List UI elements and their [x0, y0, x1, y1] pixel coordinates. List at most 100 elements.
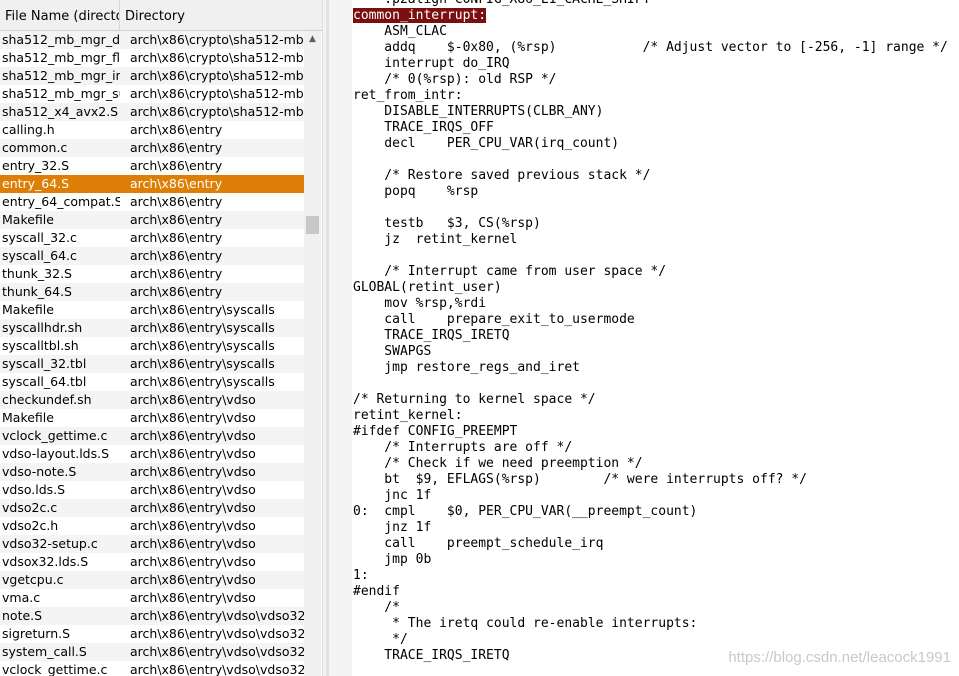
code-line: SWAPGS — [353, 344, 432, 359]
file-name-cell: sigreturn.S — [2, 626, 71, 641]
file-row[interactable]: syscalltbl.sh arch\x86\entry\syscalls — [0, 337, 304, 355]
file-name-cell: common.c — [2, 140, 68, 155]
file-row[interactable]: thunk_64.S arch\x86\entry — [0, 283, 304, 301]
file-row[interactable]: system_call.S arch\x86\entry\vdso\vdso32 — [0, 643, 304, 661]
directory-cell: arch\x86\entry\vdso — [130, 572, 256, 587]
code-line: common_interrupt: — [353, 8, 959, 24]
code-line: testb $3, CS(%rsp) — [353, 216, 541, 231]
code-line: retint_kernel: — [353, 408, 463, 423]
file-row[interactable]: Makefile arch\x86\entry\syscalls — [0, 301, 304, 319]
file-row[interactable]: syscall_32.c arch\x86\entry — [0, 229, 304, 247]
file-name-cell: vma.c — [2, 590, 41, 605]
file-row[interactable]: Makefile arch\x86\entry\vdso — [0, 409, 304, 427]
code-line: * The iretq could re-enable interrupts: — [353, 616, 698, 631]
file-row[interactable]: syscall_64.tbl arch\x86\entry\syscalls — [0, 373, 304, 391]
code-line: /* Interrupt came from user space */ — [353, 264, 667, 279]
code-line: ASM_CLAC — [353, 24, 447, 39]
file-name-cell: sha512_x4_avx2.S — [2, 104, 119, 119]
file-row[interactable]: vdso-layout.lds.S arch\x86\entry\vdso — [0, 445, 304, 463]
file-row[interactable]: sha512_mb_mgr_flush_avx2.S arch\x86\crypt… — [0, 49, 304, 67]
directory-cell: arch\x86\entry\vdso — [130, 590, 256, 605]
file-name-cell: vdso.lds.S — [2, 482, 66, 497]
file-row[interactable]: entry_32.S arch\x86\entry — [0, 157, 304, 175]
code-line: addq $-0x80, (%rsp) /* Adjust vector to … — [353, 40, 948, 55]
file-row[interactable]: vclock_gettime.c arch\x86\entry\vdso — [0, 427, 304, 445]
file-name-cell: sha512_mb_mgr_init_avx2.c — [2, 68, 120, 83]
directory-cell: arch\x86\crypto\sha512-mb — [130, 32, 304, 47]
code-line: /* — [353, 600, 400, 615]
file-name-cell: vgetcpu.c — [2, 572, 64, 587]
file-row[interactable]: vdso.lds.S arch\x86\entry\vdso — [0, 481, 304, 499]
file-name-cell: vdso2c.h — [2, 518, 59, 533]
file-name-cell: sha512_mb_mgr_flush_avx2.S — [2, 50, 120, 65]
directory-cell: arch\x86\entry\syscalls — [130, 302, 275, 317]
code-line: TRACE_IRQS_OFF — [353, 120, 494, 135]
scroll-up-arrow-icon[interactable]: ▲ — [304, 31, 321, 48]
vertical-scrollbar[interactable]: ▲ — [304, 31, 321, 676]
code-line: jz retint_kernel — [353, 232, 518, 247]
file-row[interactable]: vclock_gettime.c arch\x86\entry\vdso\vdso… — [0, 661, 304, 676]
directory-cell: arch\x86\entry\vdso — [130, 464, 256, 479]
code-line: /* 0(%rsp): old RSP */ — [353, 72, 557, 87]
directory-cell: arch\x86\entry\vdso — [130, 536, 256, 551]
file-name-cell: thunk_32.S — [2, 266, 72, 281]
file-row[interactable]: vma.c arch\x86\entry\vdso — [0, 589, 304, 607]
code-line: TRACE_IRQS_IRETQ — [353, 328, 510, 343]
file-row[interactable]: entry_64_compat.S arch\x86\entry — [0, 193, 304, 211]
splitter-gutter[interactable] — [322, 0, 352, 676]
directory-cell: arch\x86\entry — [130, 248, 223, 263]
directory-cell: arch\x86\entry\vdso\vdso32 — [130, 644, 304, 659]
file-name-cell: syscallhdr.sh — [2, 320, 83, 335]
code-editor[interactable]: .p2align CONFIG_X86_L1_CACHE_SHIFTcommon… — [352, 0, 959, 676]
code-line: /* Check if we need preemption */ — [353, 456, 643, 471]
file-row[interactable]: sha512_mb_mgr_datastruct.S arch\x86\crypt… — [0, 31, 304, 49]
file-row[interactable]: sigreturn.S arch\x86\entry\vdso\vdso32 — [0, 625, 304, 643]
file-row[interactable]: thunk_32.S arch\x86\entry — [0, 265, 304, 283]
file-row[interactable]: sha512_x4_avx2.S arch\x86\crypto\sha512-m… — [0, 103, 304, 121]
file-name-cell: syscalltbl.sh — [2, 338, 79, 353]
file-name-cell: entry_64_compat.S — [2, 194, 120, 209]
code-line: #ifdef CONFIG_PREEMPT — [353, 424, 518, 439]
directory-cell: arch\x86\entry — [130, 140, 223, 155]
code-line: /* Returning to kernel space */ — [353, 392, 596, 407]
file-name-cell: thunk_64.S — [2, 284, 72, 299]
directory-cell: arch\x86\entry\vdso — [130, 392, 256, 407]
scrollbar-thumb[interactable] — [306, 216, 319, 234]
directory-cell: arch\x86\entry — [130, 284, 223, 299]
file-row[interactable]: checkundef.sh arch\x86\entry\vdso — [0, 391, 304, 409]
file-row[interactable]: vdso2c.h arch\x86\entry\vdso — [0, 517, 304, 535]
file-row[interactable]: syscall_64.c arch\x86\entry — [0, 247, 304, 265]
file-row[interactable]: common.c arch\x86\entry — [0, 139, 304, 157]
file-list-panel[interactable]: File Name (directory Directory sha512_mb… — [0, 0, 322, 676]
directory-cell: arch\x86\entry — [130, 212, 223, 227]
file-name-cell: vdso-note.S — [2, 464, 77, 479]
file-row[interactable]: vdsox32.lds.S arch\x86\entry\vdso — [0, 553, 304, 571]
file-row[interactable]: sha512_mb_mgr_submit_avx2.S arch\x86\cryp… — [0, 85, 304, 103]
file-row[interactable]: sha512_mb_mgr_init_avx2.c arch\x86\crypto… — [0, 67, 304, 85]
directory-cell: arch\x86\crypto\sha512-mb — [130, 104, 304, 119]
file-row[interactable]: vdso-note.S arch\x86\entry\vdso — [0, 463, 304, 481]
code-line: ret_from_intr: — [353, 88, 463, 103]
column-header-directory[interactable]: Directory — [120, 0, 320, 30]
directory-cell: arch\x86\entry\vdso\vdso32 — [130, 662, 304, 676]
column-header-file-name[interactable]: File Name (directory — [0, 0, 120, 30]
file-name-cell: vdso32-setup.c — [2, 536, 98, 551]
file-row[interactable]: vgetcpu.c arch\x86\entry\vdso — [0, 571, 304, 589]
file-row[interactable]: vdso2c.c arch\x86\entry\vdso — [0, 499, 304, 517]
file-row[interactable]: syscallhdr.sh arch\x86\entry\syscalls — [0, 319, 304, 337]
file-name-cell: vdsox32.lds.S — [2, 554, 89, 569]
directory-cell: arch\x86\entry — [130, 158, 223, 173]
directory-cell: arch\x86\entry\vdso — [130, 446, 256, 461]
file-row[interactable]: Makefile arch\x86\entry — [0, 211, 304, 229]
code-line: call prepare_exit_to_usermode — [353, 312, 635, 327]
directory-cell: arch\x86\entry\vdso — [130, 500, 256, 515]
file-rows: sha512_mb_mgr_datastruct.S arch\x86\crypt… — [0, 31, 304, 676]
file-row[interactable]: note.S arch\x86\entry\vdso\vdso32 — [0, 607, 304, 625]
file-row[interactable]: syscall_32.tbl arch\x86\entry\syscalls — [0, 355, 304, 373]
file-row[interactable]: vdso32-setup.c arch\x86\entry\vdso — [0, 535, 304, 553]
file-row[interactable]: entry_64.S arch\x86\entry — [0, 175, 304, 193]
file-row[interactable]: calling.h arch\x86\entry — [0, 121, 304, 139]
